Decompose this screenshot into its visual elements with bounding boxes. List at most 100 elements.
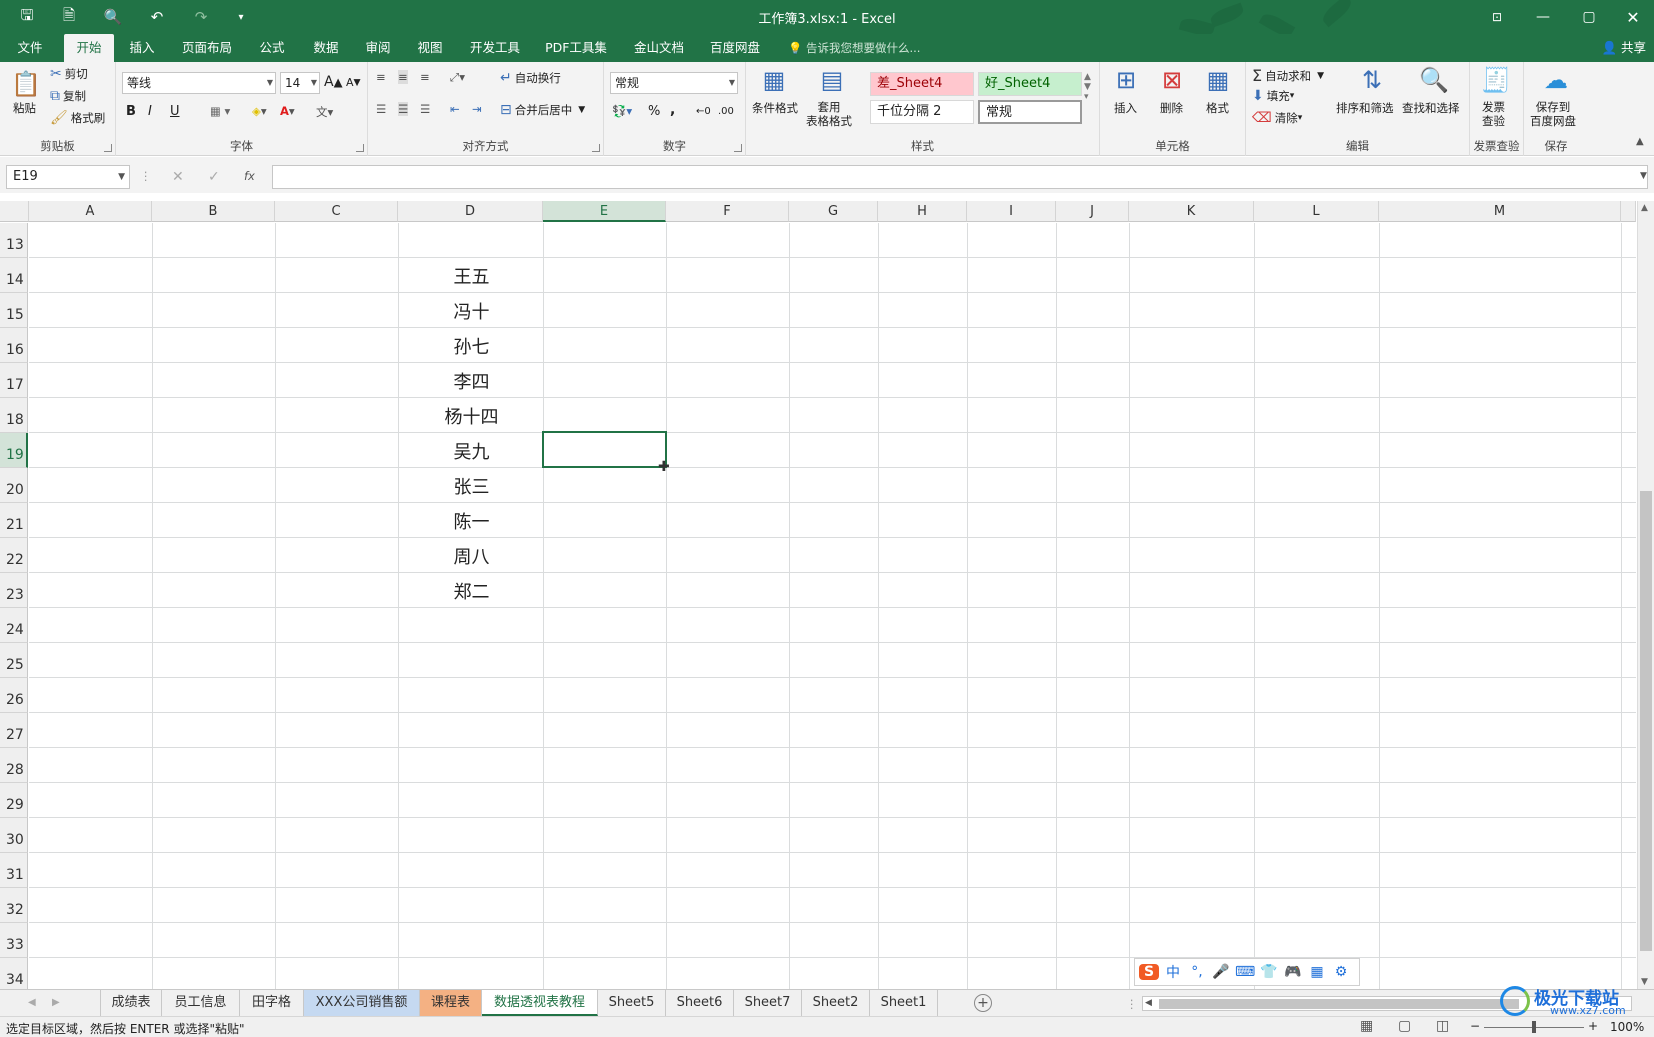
align-bottom-icon[interactable]: ≡ xyxy=(420,70,430,84)
ime-chinese-mode[interactable]: 中 xyxy=(1163,962,1183,982)
cell-d20[interactable]: 张三 xyxy=(400,473,543,499)
find-select-button[interactable]: 查找和选择 xyxy=(1402,100,1460,116)
ime-toolbox-icon[interactable]: ▦ xyxy=(1307,964,1327,980)
ime-mic-icon[interactable]: 🎤 xyxy=(1211,964,1231,980)
vertical-scrollbar[interactable]: ▲ ▼ xyxy=(1637,201,1654,989)
ribbon-display-options-icon[interactable]: ⊡ xyxy=(1474,0,1520,34)
tab-split-icon[interactable]: ⋮ xyxy=(1126,997,1138,1011)
worksheet-grid[interactable]: A B C D E F G H I J K L M 13 14 15 16 17… xyxy=(0,201,1636,990)
close-button[interactable]: ✕ xyxy=(1610,0,1654,34)
column-header-e[interactable]: E xyxy=(543,201,666,222)
copy-button[interactable]: ⧉ 复制 xyxy=(50,88,86,104)
increase-decimal-icon[interactable]: ←0 xyxy=(696,106,711,117)
column-header-f[interactable]: F xyxy=(666,201,789,222)
sheet-tab-sheet6[interactable]: Sheet6 xyxy=(666,990,734,1016)
ime-punctuation-mode[interactable]: °, xyxy=(1187,964,1207,980)
cell-d22[interactable]: 周八 xyxy=(400,543,543,569)
row-header-34[interactable]: 34 xyxy=(0,958,28,990)
fill-color-icon[interactable]: ◈ ▾ xyxy=(252,104,267,118)
column-header-l[interactable]: L xyxy=(1254,201,1379,222)
share-button[interactable]: 👤 共享 xyxy=(1601,34,1646,62)
tab-page-layout[interactable]: 页面布局 xyxy=(176,34,238,62)
align-right-icon[interactable]: ☰ xyxy=(420,102,430,116)
styles-scroll-icon[interactable]: ▲ ▼ ▾ xyxy=(1084,72,1091,102)
orientation-icon[interactable]: ⤢▾ xyxy=(450,70,465,85)
row-header-16[interactable]: 16 xyxy=(0,328,28,363)
tab-pdf-tools[interactable]: PDF工具集 xyxy=(540,34,612,62)
sogou-logo-icon[interactable]: S xyxy=(1139,964,1159,980)
shrink-font-button[interactable]: A ▼ xyxy=(346,76,361,89)
invoice-check-button[interactable]: 发票 查验 xyxy=(1482,100,1505,128)
row-header-15[interactable]: 15 xyxy=(0,293,28,328)
formula-input[interactable] xyxy=(272,165,1648,189)
zoom-in-button[interactable]: + xyxy=(1588,1019,1598,1033)
number-launcher-icon[interactable] xyxy=(734,144,742,152)
ime-keyboard-icon[interactable]: ⌨ xyxy=(1235,964,1255,980)
alignment-launcher-icon[interactable] xyxy=(592,144,600,152)
underline-button[interactable]: U xyxy=(170,104,180,119)
horizontal-scroll-thumb[interactable] xyxy=(1159,999,1519,1009)
cell-d14[interactable]: 王五 xyxy=(400,263,543,289)
column-header-a[interactable]: A xyxy=(29,201,152,222)
enter-icon[interactable]: ✓ xyxy=(208,169,220,185)
row-header-24[interactable]: 24 xyxy=(0,608,28,643)
autosum-button[interactable]: Σ 自动求和 ▼ xyxy=(1252,66,1324,85)
save-to-baidu-button[interactable]: 保存到 百度网盘 xyxy=(1530,100,1576,128)
tab-review[interactable]: 审阅 xyxy=(358,34,398,62)
row-header-30[interactable]: 30 xyxy=(0,818,28,853)
maximize-button[interactable]: ▢ xyxy=(1566,0,1612,34)
insert-cells-icon[interactable]: ⊞ xyxy=(1110,64,1142,96)
column-header-m[interactable]: M xyxy=(1379,201,1621,222)
insert-cells-button[interactable]: 插入 xyxy=(1114,100,1137,116)
format-cells-icon[interactable]: ▦ xyxy=(1202,64,1234,96)
tab-developer[interactable]: 开发工具 xyxy=(464,34,526,62)
horizontal-scrollbar[interactable]: ◀ xyxy=(1142,996,1632,1011)
decrease-decimal-icon[interactable]: .00 xyxy=(718,106,734,117)
row-header-33[interactable]: 33 xyxy=(0,923,28,958)
page-break-view-icon[interactable]: ◫ xyxy=(1436,1018,1449,1034)
decrease-indent-icon[interactable]: ⇤ xyxy=(450,102,460,116)
font-color-icon[interactable]: A ▾ xyxy=(280,104,295,118)
style-bad[interactable]: 差_Sheet4 xyxy=(870,72,974,96)
invoice-check-icon[interactable]: 🧾 xyxy=(1480,64,1512,96)
tab-formulas[interactable]: 公式 xyxy=(252,34,292,62)
tab-file[interactable]: 文件 xyxy=(10,34,50,62)
row-header-32[interactable]: 32 xyxy=(0,888,28,923)
prev-sheet-icon[interactable]: ◀ xyxy=(28,997,36,1008)
font-launcher-icon[interactable] xyxy=(356,144,364,152)
row-header-31[interactable]: 31 xyxy=(0,853,28,888)
cell-d19[interactable]: 吴九 xyxy=(400,438,543,464)
increase-indent-icon[interactable]: ⇥ xyxy=(472,102,482,116)
find-select-icon[interactable]: 🔍 xyxy=(1418,64,1450,96)
ime-settings-icon[interactable]: ⚙ xyxy=(1331,964,1351,980)
tab-data[interactable]: 数据 xyxy=(306,34,346,62)
zoom-slider-thumb[interactable] xyxy=(1532,1021,1536,1033)
grow-font-button[interactable]: A ▲ xyxy=(324,74,343,90)
cell-d18[interactable]: 杨十四 xyxy=(400,403,543,429)
align-middle-icon[interactable]: ≡ xyxy=(398,70,408,84)
currency-icon[interactable]: 💱▾ xyxy=(612,104,632,118)
conditional-format-icon[interactable]: ▦ xyxy=(758,64,790,96)
sheet-tab-pivot-tutorial[interactable]: 数据透视表教程 xyxy=(482,990,598,1016)
bold-button[interactable]: B xyxy=(126,104,136,119)
fill-button[interactable]: ⬇ 填充 ▾ xyxy=(1252,88,1294,104)
row-header-28[interactable]: 28 xyxy=(0,748,28,783)
format-painter-button[interactable]: 🖌 格式刷 xyxy=(50,110,105,126)
font-name-combo[interactable]: 等线 ▼ xyxy=(122,72,276,94)
sheet-tab-grid[interactable]: 田字格 xyxy=(240,990,304,1016)
cancel-icon[interactable]: ✕ xyxy=(172,169,184,185)
column-header-k[interactable]: K xyxy=(1129,201,1254,222)
tab-home[interactable]: 开始 xyxy=(64,34,114,62)
wrap-text-button[interactable]: ↵ 自动换行 xyxy=(500,70,561,86)
borders-icon[interactable]: ▦ ▾ xyxy=(210,104,230,118)
row-header-22[interactable]: 22 xyxy=(0,538,28,573)
align-center-icon[interactable]: ☰ xyxy=(398,102,409,116)
row-header-13[interactable]: 13 xyxy=(0,223,28,258)
style-good[interactable]: 好_Sheet4 xyxy=(978,72,1082,96)
paste-icon[interactable]: 📋 xyxy=(10,68,42,100)
phonetic-icon[interactable]: 文▾ xyxy=(316,104,333,120)
comma-button[interactable]: , xyxy=(670,102,675,118)
sheet-tab-employees[interactable]: 员工信息 xyxy=(162,990,240,1016)
normal-view-icon[interactable]: ▦ xyxy=(1360,1018,1373,1034)
sheet-tab-grades[interactable]: 成绩表 xyxy=(100,990,162,1016)
